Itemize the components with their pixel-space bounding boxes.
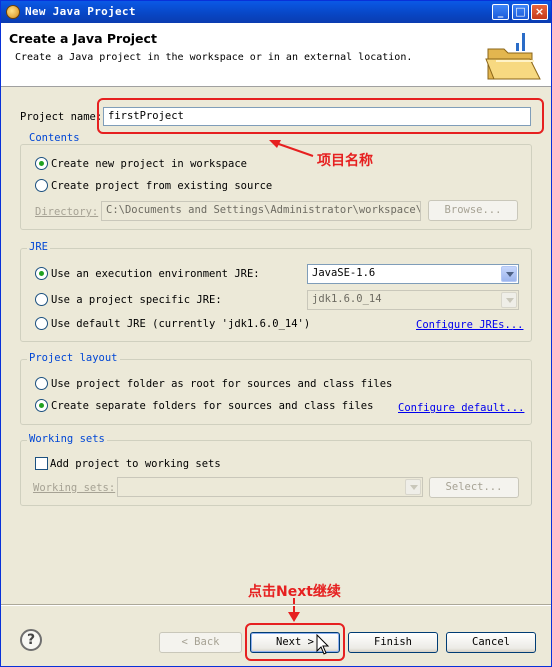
contents-group-title: Contents — [27, 132, 82, 144]
working-sets-group-title: Working sets — [27, 433, 107, 445]
annotation-arrow-icon — [269, 140, 314, 157]
maximize-button[interactable]: □ — [512, 4, 529, 20]
mouse-cursor-icon — [316, 634, 330, 655]
project-name-label: Project name: — [20, 111, 103, 123]
project-specific-select[interactable]: jdk1.6.0_14 — [307, 290, 519, 310]
project-specific-value: jdk1.6.0_14 — [312, 293, 382, 305]
close-button[interactable]: × — [531, 4, 548, 20]
default-jre-radio[interactable] — [35, 317, 48, 330]
eclipse-app-icon — [6, 5, 20, 19]
default-jre-label: Use default JRE (currently 'jdk1.6.0_14'… — [51, 318, 311, 330]
project-layout-group-title: Project layout — [27, 352, 120, 364]
select-working-sets-button[interactable]: Select... — [429, 477, 519, 498]
working-sets-select[interactable] — [117, 477, 423, 497]
project-specific-label: Use a project specific JRE: — [51, 294, 222, 306]
down-arrow-icon — [288, 598, 300, 622]
next-button-highlight — [245, 623, 345, 661]
separate-folders-radio[interactable] — [35, 399, 48, 412]
folder-wizard-icon — [485, 33, 541, 80]
root-folder-label: Use project folder as root for sources a… — [51, 378, 393, 390]
create-new-label: Create new project in workspace — [51, 158, 247, 170]
browse-button[interactable]: Browse... — [428, 200, 518, 221]
new-java-project-dialog: New Java Project _ □ × Create a Java Pro… — [0, 0, 552, 667]
directory-label: Directory: — [35, 206, 99, 218]
chevron-down-icon — [501, 292, 517, 308]
working-sets-label: Working sets: — [33, 482, 116, 494]
title-bar: New Java Project _ □ × — [1, 1, 551, 23]
project-layout-group — [20, 359, 532, 425]
page-description: Create a Java project in the workspace o… — [15, 52, 413, 63]
chevron-down-icon — [501, 266, 517, 282]
finish-button[interactable]: Finish — [348, 632, 438, 653]
minimize-button[interactable]: _ — [492, 4, 509, 20]
page-title: Create a Java Project — [9, 31, 157, 46]
button-bar-separator — [1, 604, 551, 606]
root-folder-radio[interactable] — [35, 377, 48, 390]
execution-env-value: JavaSE-1.6 — [312, 267, 376, 279]
from-existing-label: Create project from existing source — [51, 180, 273, 192]
directory-input[interactable]: C:\Documents and Settings\Administrator\… — [101, 201, 421, 221]
execution-env-select[interactable]: JavaSE-1.6 — [307, 264, 519, 284]
project-name-annotation: 项目名称 — [317, 153, 373, 169]
configure-jres-link[interactable]: Configure JREs... — [416, 319, 523, 331]
execution-env-radio[interactable] — [35, 267, 48, 280]
jre-group-title: JRE — [27, 241, 50, 253]
help-icon[interactable]: ? — [20, 629, 42, 651]
cancel-button[interactable]: Cancel — [446, 632, 536, 653]
separate-folders-label: Create separate folders for sources and … — [51, 400, 374, 412]
chevron-down-icon — [405, 479, 421, 495]
wizard-header: Create a Java Project Create a Java proj… — [1, 23, 551, 87]
add-to-working-sets-checkbox[interactable] — [35, 457, 48, 470]
project-name-highlight — [97, 98, 544, 134]
configure-default-link[interactable]: Configure default... — [398, 402, 524, 414]
create-new-radio[interactable] — [35, 157, 48, 170]
window-title: New Java Project — [25, 5, 136, 18]
project-specific-radio[interactable] — [35, 293, 48, 306]
add-to-working-sets-label: Add project to working sets — [50, 458, 221, 470]
execution-env-label: Use an execution environment JRE: — [51, 268, 260, 280]
back-button[interactable]: < Back — [159, 632, 242, 653]
from-existing-radio[interactable] — [35, 179, 48, 192]
